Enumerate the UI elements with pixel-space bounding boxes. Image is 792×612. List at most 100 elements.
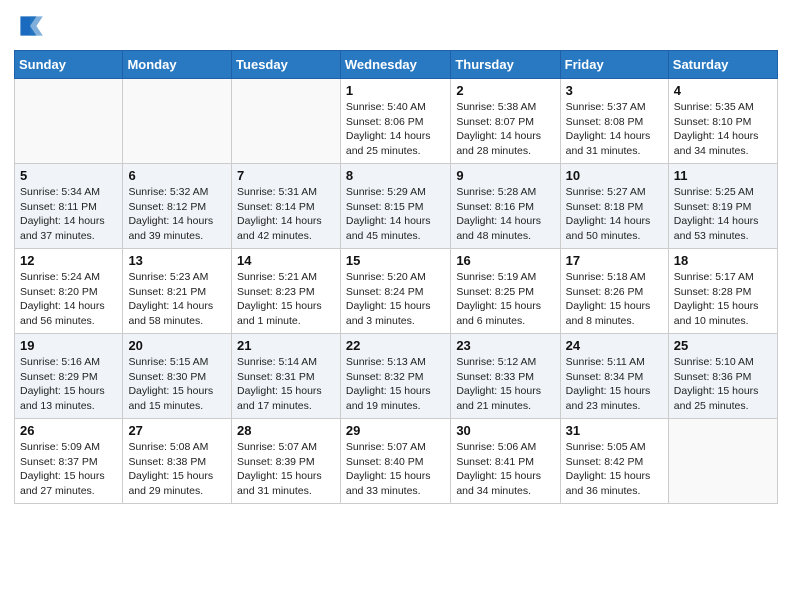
calendar: SundayMondayTuesdayWednesdayThursdayFrid… [14, 50, 778, 504]
day-number: 22 [346, 338, 445, 353]
cell-info: Sunrise: 5:34 AM Sunset: 8:11 PM Dayligh… [20, 185, 117, 244]
calendar-row-1: 1Sunrise: 5:40 AM Sunset: 8:06 PM Daylig… [15, 79, 778, 164]
calendar-cell: 19 Sunrise: 5:16 AM Sunset: 8:29 PM Dayli… [15, 334, 123, 419]
header [14, 10, 778, 42]
calendar-row-2: 5 Sunrise: 5:34 AM Sunset: 8:11 PM Daylig… [15, 164, 778, 249]
calendar-cell: 10 Sunrise: 5:27 AM Sunset: 8:18 PM Dayli… [560, 164, 668, 249]
weekday-header-saturday: Saturday [668, 51, 777, 79]
calendar-cell: 24 Sunrise: 5:11 AM Sunset: 8:34 PM Dayli… [560, 334, 668, 419]
calendar-cell: 12 Sunrise: 5:24 AM Sunset: 8:20 PM Dayli… [15, 249, 123, 334]
logo [14, 10, 50, 42]
calendar-cell: 27 Sunrise: 5:08 AM Sunset: 8:38 PM Dayli… [123, 419, 232, 504]
calendar-cell: 8 Sunrise: 5:29 AM Sunset: 8:15 PM Daylig… [340, 164, 450, 249]
cell-info: Sunrise: 5:15 AM Sunset: 8:30 PM Dayligh… [128, 355, 226, 414]
calendar-cell: 2 Sunrise: 5:38 AM Sunset: 8:07 PM Daylig… [451, 79, 560, 164]
cell-info: Sunrise: 5:06 AM Sunset: 8:41 PM Dayligh… [456, 440, 554, 499]
cell-info: Sunrise: 5:07 AM Sunset: 8:39 PM Dayligh… [237, 440, 335, 499]
cell-info: Sunrise: 5:24 AM Sunset: 8:20 PM Dayligh… [20, 270, 117, 329]
calendar-cell: 15 Sunrise: 5:20 AM Sunset: 8:24 PM Dayli… [340, 249, 450, 334]
day-number: 14 [237, 253, 335, 268]
calendar-cell: 17 Sunrise: 5:18 AM Sunset: 8:26 PM Dayli… [560, 249, 668, 334]
day-number: 25 [674, 338, 772, 353]
day-number: 21 [237, 338, 335, 353]
day-number: 16 [456, 253, 554, 268]
cell-info: Sunrise: 5:27 AM Sunset: 8:18 PM Dayligh… [566, 185, 663, 244]
calendar-cell: 13 Sunrise: 5:23 AM Sunset: 8:21 PM Dayli… [123, 249, 232, 334]
calendar-cell: 29Sunrise: 5:07 AM Sunset: 8:40 PM Dayli… [340, 419, 450, 504]
calendar-cell [668, 419, 777, 504]
weekday-header-monday: Monday [123, 51, 232, 79]
cell-info: Sunrise: 5:18 AM Sunset: 8:26 PM Dayligh… [566, 270, 663, 329]
cell-info: Sunrise: 5:28 AM Sunset: 8:16 PM Dayligh… [456, 185, 554, 244]
day-number: 1 [346, 83, 445, 98]
calendar-cell: 28Sunrise: 5:07 AM Sunset: 8:39 PM Dayli… [232, 419, 341, 504]
page: SundayMondayTuesdayWednesdayThursdayFrid… [0, 0, 792, 518]
cell-info: Sunrise: 5:29 AM Sunset: 8:15 PM Dayligh… [346, 185, 445, 244]
calendar-cell: 23Sunrise: 5:12 AM Sunset: 8:33 PM Dayli… [451, 334, 560, 419]
cell-info: Sunrise: 5:20 AM Sunset: 8:24 PM Dayligh… [346, 270, 445, 329]
cell-info: Sunrise: 5:32 AM Sunset: 8:12 PM Dayligh… [128, 185, 226, 244]
cell-info: Sunrise: 5:12 AM Sunset: 8:33 PM Dayligh… [456, 355, 554, 414]
calendar-cell: 6 Sunrise: 5:32 AM Sunset: 8:12 PM Daylig… [123, 164, 232, 249]
day-number: 20 [128, 338, 226, 353]
weekday-header-friday: Friday [560, 51, 668, 79]
calendar-cell: 21 Sunrise: 5:14 AM Sunset: 8:31 PM Dayli… [232, 334, 341, 419]
calendar-cell: 18 Sunrise: 5:17 AM Sunset: 8:28 PM Dayli… [668, 249, 777, 334]
cell-info: Sunrise: 5:35 AM Sunset: 8:10 PM Dayligh… [674, 100, 772, 159]
weekday-header-tuesday: Tuesday [232, 51, 341, 79]
calendar-cell: 14 Sunrise: 5:21 AM Sunset: 8:23 PM Dayli… [232, 249, 341, 334]
cell-info: Sunrise: 5:10 AM Sunset: 8:36 PM Dayligh… [674, 355, 772, 414]
day-number: 7 [237, 168, 335, 183]
calendar-cell: 16 Sunrise: 5:19 AM Sunset: 8:25 PM Dayli… [451, 249, 560, 334]
day-number: 10 [566, 168, 663, 183]
calendar-cell: 20 Sunrise: 5:15 AM Sunset: 8:30 PM Dayli… [123, 334, 232, 419]
cell-info: Sunrise: 5:14 AM Sunset: 8:31 PM Dayligh… [237, 355, 335, 414]
cell-info: Sunrise: 5:21 AM Sunset: 8:23 PM Dayligh… [237, 270, 335, 329]
day-number: 2 [456, 83, 554, 98]
calendar-cell: 26Sunrise: 5:09 AM Sunset: 8:37 PM Dayli… [15, 419, 123, 504]
cell-info: Sunrise: 5:16 AM Sunset: 8:29 PM Dayligh… [20, 355, 117, 414]
cell-info: Sunrise: 5:11 AM Sunset: 8:34 PM Dayligh… [566, 355, 663, 414]
cell-info: Sunrise: 5:19 AM Sunset: 8:25 PM Dayligh… [456, 270, 554, 329]
cell-info: Sunrise: 5:31 AM Sunset: 8:14 PM Dayligh… [237, 185, 335, 244]
day-number: 12 [20, 253, 117, 268]
day-number: 4 [674, 83, 772, 98]
cell-info: Sunrise: 5:13 AM Sunset: 8:32 PM Dayligh… [346, 355, 445, 414]
day-number: 30 [456, 423, 554, 438]
calendar-cell: 7 Sunrise: 5:31 AM Sunset: 8:14 PM Daylig… [232, 164, 341, 249]
calendar-row-5: 26Sunrise: 5:09 AM Sunset: 8:37 PM Dayli… [15, 419, 778, 504]
day-number: 27 [128, 423, 226, 438]
calendar-cell: 25 Sunrise: 5:10 AM Sunset: 8:36 PM Dayli… [668, 334, 777, 419]
calendar-cell: 31Sunrise: 5:05 AM Sunset: 8:42 PM Dayli… [560, 419, 668, 504]
day-number: 19 [20, 338, 117, 353]
day-number: 18 [674, 253, 772, 268]
day-number: 17 [566, 253, 663, 268]
weekday-header-row: SundayMondayTuesdayWednesdayThursdayFrid… [15, 51, 778, 79]
day-number: 5 [20, 168, 117, 183]
calendar-cell [15, 79, 123, 164]
calendar-cell: 1Sunrise: 5:40 AM Sunset: 8:06 PM Daylig… [340, 79, 450, 164]
calendar-cell [123, 79, 232, 164]
calendar-cell: 9 Sunrise: 5:28 AM Sunset: 8:16 PM Daylig… [451, 164, 560, 249]
calendar-row-3: 12 Sunrise: 5:24 AM Sunset: 8:20 PM Dayli… [15, 249, 778, 334]
cell-info: Sunrise: 5:05 AM Sunset: 8:42 PM Dayligh… [566, 440, 663, 499]
day-number: 24 [566, 338, 663, 353]
day-number: 13 [128, 253, 226, 268]
weekday-header-thursday: Thursday [451, 51, 560, 79]
weekday-header-wednesday: Wednesday [340, 51, 450, 79]
calendar-row-4: 19 Sunrise: 5:16 AM Sunset: 8:29 PM Dayli… [15, 334, 778, 419]
calendar-cell: 3Sunrise: 5:37 AM Sunset: 8:08 PM Daylig… [560, 79, 668, 164]
cell-info: Sunrise: 5:38 AM Sunset: 8:07 PM Dayligh… [456, 100, 554, 159]
calendar-cell: 4 Sunrise: 5:35 AM Sunset: 8:10 PM Daylig… [668, 79, 777, 164]
day-number: 29 [346, 423, 445, 438]
day-number: 8 [346, 168, 445, 183]
day-number: 9 [456, 168, 554, 183]
cell-info: Sunrise: 5:37 AM Sunset: 8:08 PM Dayligh… [566, 100, 663, 159]
day-number: 6 [128, 168, 226, 183]
day-number: 15 [346, 253, 445, 268]
cell-info: Sunrise: 5:25 AM Sunset: 8:19 PM Dayligh… [674, 185, 772, 244]
cell-info: Sunrise: 5:08 AM Sunset: 8:38 PM Dayligh… [128, 440, 226, 499]
calendar-cell: 11Sunrise: 5:25 AM Sunset: 8:19 PM Dayli… [668, 164, 777, 249]
cell-info: Sunrise: 5:23 AM Sunset: 8:21 PM Dayligh… [128, 270, 226, 329]
cell-info: Sunrise: 5:17 AM Sunset: 8:28 PM Dayligh… [674, 270, 772, 329]
